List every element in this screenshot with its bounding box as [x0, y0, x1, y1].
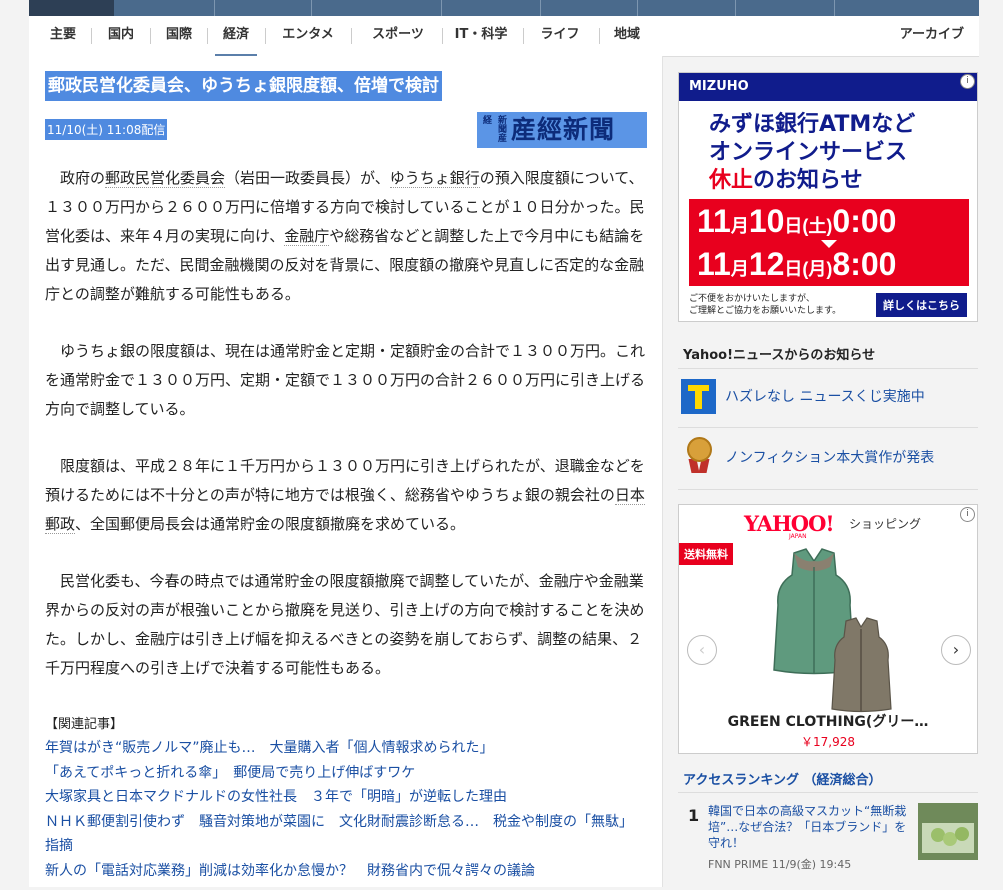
- divider: [678, 792, 978, 793]
- ad-date-end: 11月12日(月)8:00: [697, 246, 897, 282]
- paragraph-text: 民営化委も、今春の時点では通常貯金の限度額撤廃で調整していたが、金融庁や金融業界…: [45, 572, 645, 677]
- top-strip-divider: [637, 0, 638, 16]
- top-strip-divider: [540, 0, 541, 16]
- nav-separator: [265, 28, 266, 44]
- rank-thumbnail[interactable]: [918, 803, 978, 860]
- rank-number: 1: [688, 806, 700, 825]
- ad-info-icon[interactable]: i: [960, 74, 975, 89]
- nav-separator: [207, 28, 208, 44]
- mizuho-ad[interactable]: MIZUHO i みずほ銀行ATMなど オンラインサービス 休止のお知らせ 11…: [678, 72, 978, 322]
- free-shipping-badge: 送料無料: [679, 543, 733, 565]
- paragraph-text: ゆうちょ銀の限度額は、現在は通常貯金と定期・定額貯金の合計で１３００万円。これを…: [45, 342, 646, 418]
- nav-separator: [150, 28, 151, 44]
- ad-disclaimer: ご不便をおかけいたしますが、 ご理解とご協力をお願いいたします。: [689, 294, 842, 316]
- paragraph-text: 、全国郵便局長会は通常貯金の限度額撤廃を求めている。: [75, 515, 466, 533]
- gray-vest-image: [831, 617, 892, 713]
- article-paragraph: 政府の郵政民営化委員会（岩田一政委員長）が、ゆうちょ銀行の預入限度額について、１…: [45, 164, 645, 309]
- nav-item-domestic[interactable]: 国内: [101, 16, 141, 54]
- shopping-label: ショッピング: [849, 517, 922, 531]
- keyword-link[interactable]: ゆうちょ銀行: [389, 169, 480, 188]
- related-link[interactable]: 大塚家具と日本マクドナルドの女性社長 ３年で「明暗」が逆転した理由: [45, 785, 645, 810]
- nav-item-economy[interactable]: 経済: [215, 16, 257, 57]
- ad-line-1: みずほ銀行ATMなど: [709, 112, 916, 137]
- nav-separator: [351, 28, 352, 44]
- nav-item-sports[interactable]: スポーツ: [359, 16, 437, 54]
- nav-item-life[interactable]: ライフ: [532, 16, 588, 54]
- rank-title-link[interactable]: 韓国で日本の高級マスカット“無断栽培”…なぜ合法？「日本ブランド」を守れ！: [708, 803, 908, 851]
- related-link[interactable]: 新人の「電話対応業務」削減は効率化か怠慢か？ 財務省内で侃々諤々の議論: [45, 859, 645, 884]
- ad-notice-word: のお知らせ: [753, 168, 863, 193]
- notice-link[interactable]: ハズレなし ニュースくじ実施中: [725, 386, 925, 406]
- nav-separator: [599, 28, 600, 44]
- ad-line-2: オンラインサービス: [709, 140, 908, 165]
- article-paragraph: 限度額は、平成２８年に１千万円から１３００万円に引き上げられたが、退職金などを預…: [45, 452, 645, 539]
- nav-item-world[interactable]: 国際: [159, 16, 199, 54]
- article-date: 11/10(土) 11:08配信: [45, 119, 168, 140]
- ad-date-start: 11月10日(土)0:00: [697, 203, 897, 239]
- notice-item[interactable]: ハズレなし ニュースくじ実施中: [678, 368, 978, 426]
- product-name[interactable]: GREEN CLOTHING(グリー…: [679, 711, 977, 731]
- nav-item-it-science[interactable]: IT・科学: [449, 16, 513, 54]
- ranking-title[interactable]: アクセスランキング （経済総合）: [683, 769, 882, 788]
- logo-text: 産經新聞: [511, 115, 616, 144]
- nav-separator: [91, 28, 92, 44]
- top-strip-divider: [214, 0, 215, 16]
- top-strip: [29, 0, 979, 16]
- notice-link[interactable]: ノンフィクション本大賞作が発表: [725, 447, 934, 467]
- paragraph-text: 政府の: [60, 169, 106, 187]
- related-link[interactable]: 年賀はがき“販売ノルマ”廃止も… 大量購入者「個人情報求められた」: [45, 736, 645, 761]
- article-main: 郵政民営化委員会、ゆうちょ銀限度額、倍増で検討 11/10(土) 11:08配信…: [29, 56, 663, 887]
- yahoo-shopping-ad[interactable]: YAHOO! JAPAN ショッピング i 送料無料 ‹ › GREEN CLO…: [678, 504, 978, 754]
- sankei-logo[interactable]: 新聞産経 産經新聞: [477, 112, 647, 148]
- nav-item-local[interactable]: 地域: [607, 16, 647, 54]
- ad-line-3: 休止のお知らせ: [709, 167, 863, 195]
- notices-title: Yahoo!ニュースからのお知らせ: [683, 348, 876, 363]
- ranking-item[interactable]: 1 韓国で日本の高級マスカット“無断栽培”…なぜ合法？「日本ブランド」を守れ！ …: [678, 800, 978, 890]
- paragraph-text: （岩田一政委員長）が、: [225, 169, 390, 187]
- ad-suspend-word: 休止: [709, 168, 754, 193]
- nav-item-entertainment[interactable]: エンタメ: [273, 16, 343, 54]
- rank-source: FNN PRIME 11/9(金) 19:45: [708, 858, 852, 871]
- top-strip-divider: [834, 0, 835, 16]
- keyword-link[interactable]: 郵政民営化委員会: [105, 169, 226, 188]
- tpoint-icon: [681, 379, 716, 414]
- top-strip-divider: [441, 0, 442, 16]
- top-strip-divider: [311, 0, 312, 16]
- carousel-prev-button[interactable]: ‹: [687, 635, 717, 665]
- article-paragraph: ゆうちょ銀の限度額は、現在は通常貯金と定期・定額貯金の合計で１３００万円。これを…: [45, 337, 645, 424]
- logo-small-text: 新聞産経: [481, 115, 506, 142]
- category-nav: 主要 国内 国際 経済 エンタメ スポーツ IT・科学 ライフ 地域 アーカイブ: [29, 16, 979, 57]
- related-list: 年賀はがき“販売ノルマ”廃止も… 大量購入者「個人情報求められた」 「あえてポキ…: [45, 736, 645, 883]
- divider: [678, 489, 978, 490]
- yahoo-japan-text: JAPAN: [789, 533, 807, 540]
- related-link[interactable]: ＮＨＫ郵便割引使わず 騒音対策地が菜園に 文化財耐震診断怠る… 税金や制度の「無…: [45, 810, 645, 859]
- nav-separator: [523, 28, 524, 44]
- notice-item[interactable]: ノンフィクション本大賞作が発表: [678, 429, 978, 487]
- related-link[interactable]: 「あえてポキっと折れる傘」 郵便局で売り上げ伸ばすワケ: [45, 761, 645, 786]
- ad-date-box: 11月10日(土)0:00 11月12日(月)8:00: [689, 199, 969, 286]
- ad-detail-button[interactable]: 詳しくはこちら: [876, 293, 967, 317]
- top-strip-divider: [735, 0, 736, 16]
- nav-separator: [442, 28, 443, 44]
- top-strip-active: [29, 0, 114, 16]
- ad-info-icon[interactable]: i: [960, 507, 975, 522]
- archive-link[interactable]: アーカイブ: [900, 16, 964, 54]
- mizuho-logo: MIZUHO: [689, 79, 749, 94]
- paragraph-text: 限度額は、平成２８年に１千万円から１３００万円に引き上げられたが、退職金などを預…: [45, 457, 645, 504]
- nav-item-main[interactable]: 主要: [43, 16, 83, 54]
- article-paragraph: 民営化委も、今春の時点では通常貯金の限度額撤廃で調整していたが、金融庁や金融業界…: [45, 567, 645, 683]
- divider: [678, 427, 978, 428]
- article-headline: 郵政民営化委員会、ゆうちょ銀限度額、倍増で検討: [45, 71, 442, 101]
- product-price: ￥17,928: [801, 735, 855, 749]
- carousel-next-button[interactable]: ›: [941, 635, 971, 665]
- keyword-link[interactable]: 金融庁: [284, 227, 330, 246]
- related-title: 【関連記事】: [45, 717, 124, 732]
- mizuho-brand-bar: MIZUHO: [679, 73, 977, 101]
- article-body: 政府の郵政民営化委員会（岩田一政委員長）が、ゆうちょ銀行の預入限度額について、１…: [45, 164, 645, 711]
